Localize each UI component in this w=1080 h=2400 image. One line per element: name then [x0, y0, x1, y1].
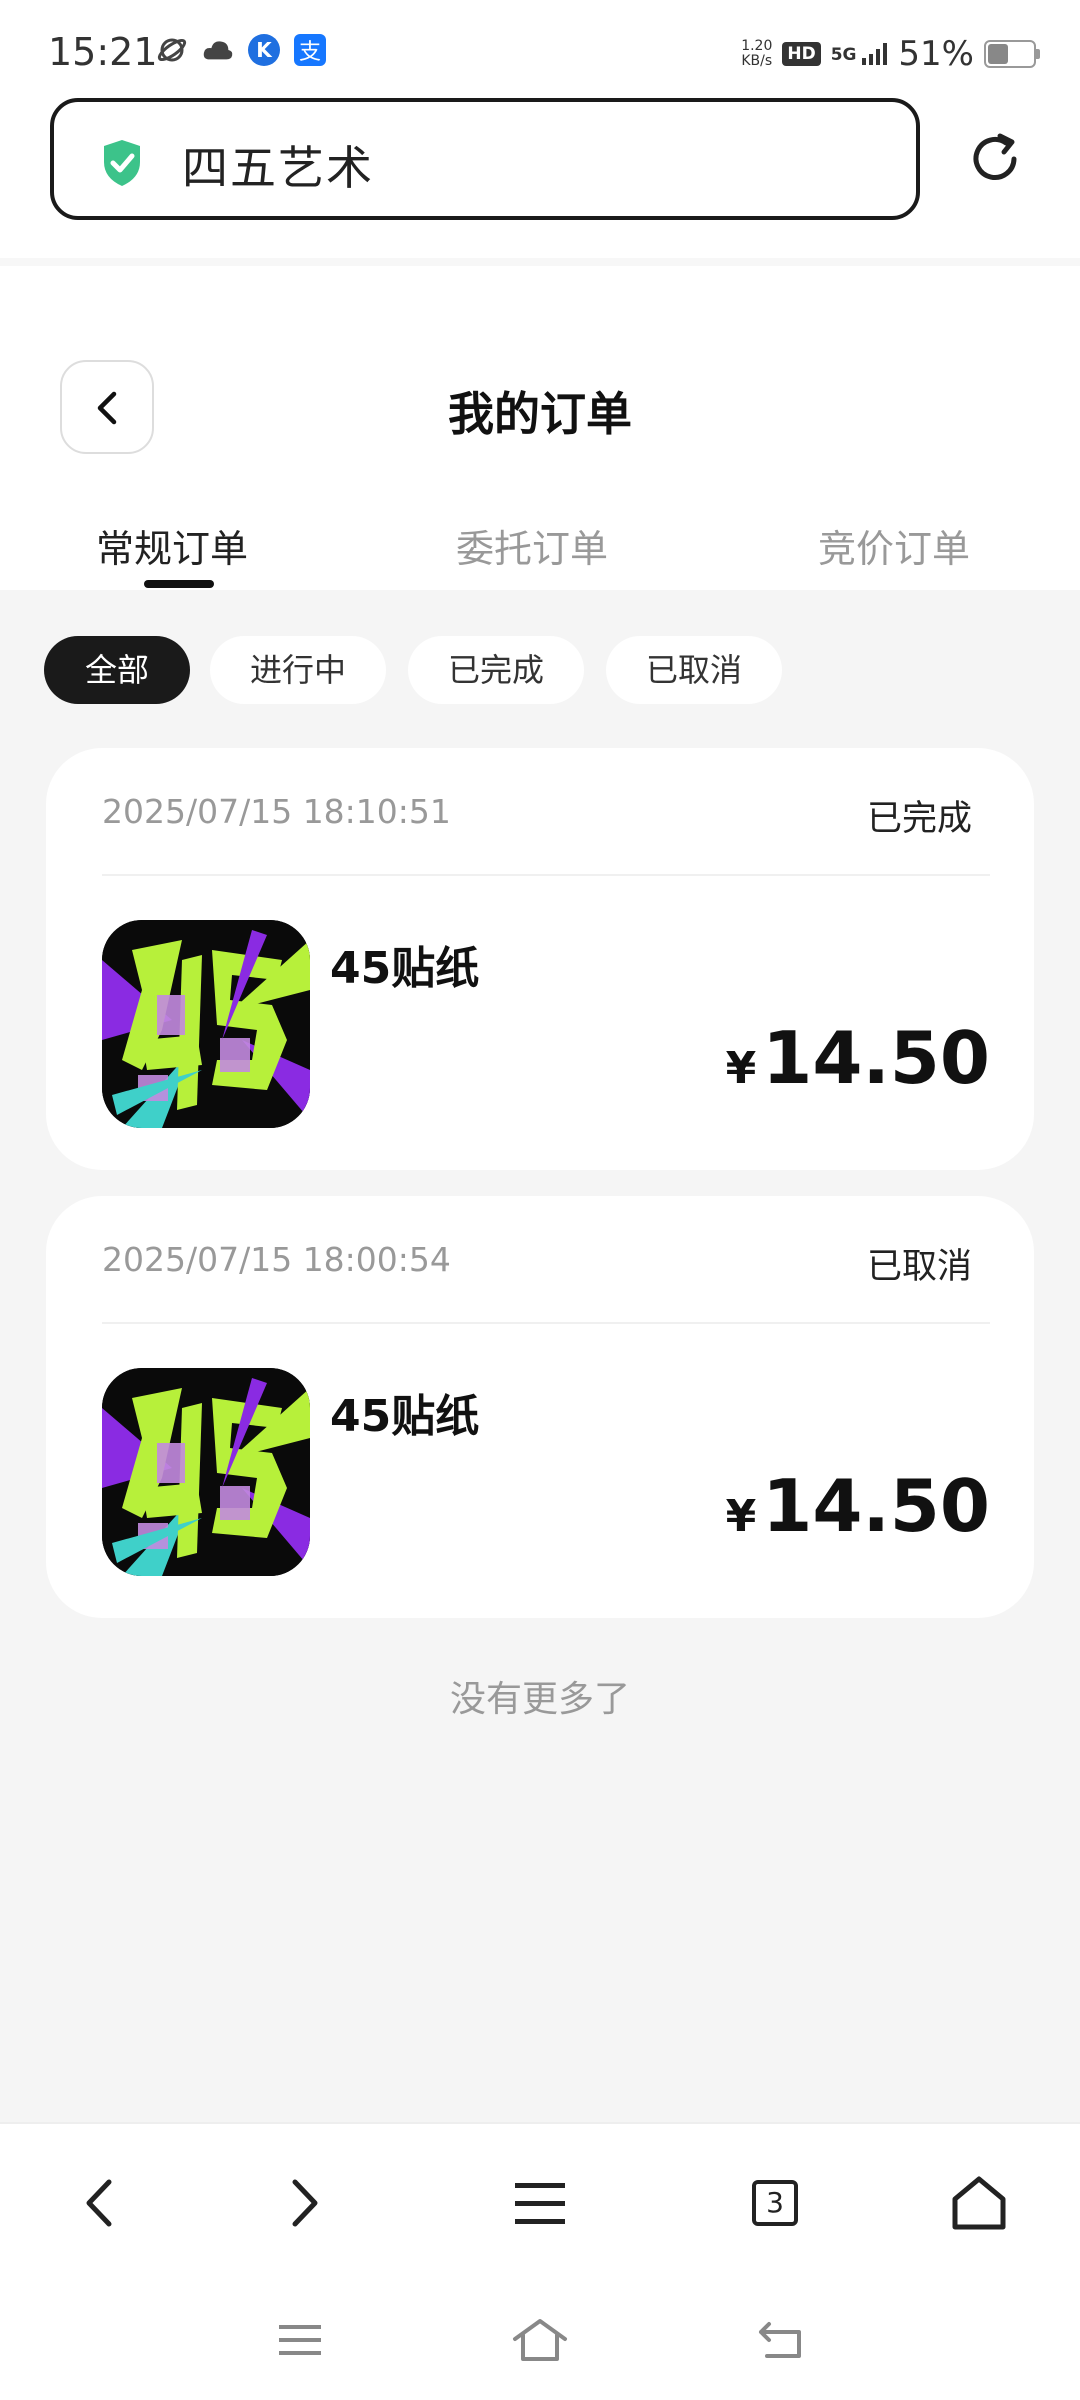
product-name: 45贴纸 — [330, 1391, 480, 1442]
tab-commission-orders[interactable]: 委托订单 — [456, 518, 608, 573]
status-bar: 15:21 K 支 1.20 KB/s HD 5G 51% — [0, 0, 1080, 100]
currency-symbol: ¥ — [725, 1043, 757, 1094]
order-list-area: 全部 进行中 已完成 已取消 2025/07/15 18:10:51 已完成 4… — [0, 590, 1080, 2122]
status-system-icons: 1.20 KB/s HD 5G 51% — [741, 34, 1040, 74]
list-end-text: 没有更多了 — [449, 1679, 630, 1720]
recents-menu-icon — [279, 2325, 321, 2355]
security-shield-icon — [104, 140, 140, 186]
k-app-icon: K — [248, 34, 280, 66]
filter-chip-cancelled[interactable]: 已取消 — [606, 636, 782, 704]
filter-chip-completed[interactable]: 已完成 — [408, 636, 584, 704]
filter-chip-all[interactable]: 全部 — [44, 636, 190, 704]
browser-back-button[interactable] — [64, 2168, 134, 2238]
battery-icon — [984, 40, 1040, 68]
currency-symbol: ¥ — [725, 1491, 757, 1542]
address-site-title: 四五艺术 — [182, 141, 374, 195]
browser-menu-button[interactable] — [505, 2168, 575, 2238]
card-divider — [102, 874, 990, 876]
cloud-icon — [202, 34, 234, 66]
system-back-button[interactable] — [750, 2310, 810, 2370]
back-arrow-icon — [759, 2322, 801, 2358]
order-timestamp: 2025/07/15 18:10:51 — [102, 792, 451, 831]
planet-icon — [156, 34, 188, 66]
active-tab-indicator — [144, 580, 214, 588]
product-thumbnail[interactable] — [102, 920, 310, 1128]
system-home-button[interactable] — [510, 2310, 570, 2370]
order-card[interactable]: 2025/07/15 18:00:54 已取消 45贴纸 ¥14.50 — [46, 1196, 1034, 1618]
tabs-count-icon: 3 — [752, 2180, 798, 2226]
browser-toolbar: 3 — [0, 2122, 1080, 2284]
order-price: ¥14.50 — [726, 1016, 990, 1100]
status-notification-icons: K 支 — [156, 34, 326, 66]
address-bar-divider — [0, 258, 1080, 266]
system-recents-button[interactable] — [270, 2310, 330, 2370]
order-card[interactable]: 2025/07/15 18:10:51 已完成 45贴纸 ¥14.50 — [46, 748, 1034, 1170]
alipay-icon: 支 — [294, 34, 326, 66]
hd-icon: HD — [782, 42, 821, 66]
chevron-right-icon — [292, 2179, 318, 2227]
product-thumbnail[interactable] — [102, 1368, 310, 1576]
signal-5g-icon: 5G — [831, 43, 889, 65]
menu-icon — [515, 2183, 565, 2224]
order-status: 已取消 — [866, 1247, 972, 1287]
browser-forward-button[interactable] — [270, 2168, 340, 2238]
product-name: 45贴纸 — [330, 943, 480, 994]
home-icon — [952, 2176, 1006, 2230]
price-amount: 14.50 — [762, 1464, 990, 1548]
status-time: 15:21 — [48, 30, 158, 74]
chevron-left-icon — [86, 2179, 112, 2227]
network-speed: 1.20 KB/s — [741, 38, 773, 69]
home-icon — [513, 2319, 567, 2361]
battery-percent: 51% — [898, 34, 974, 74]
tab-regular-orders[interactable]: 常规订单 — [96, 518, 248, 573]
price-amount: 14.50 — [762, 1016, 990, 1100]
order-price: ¥14.50 — [726, 1464, 990, 1548]
browser-home-button[interactable] — [944, 2168, 1014, 2238]
address-bar[interactable]: 四五艺术 — [50, 98, 920, 220]
system-navigation-bar — [0, 2282, 1080, 2400]
page-title: 我的订单 — [448, 387, 632, 441]
tab-bidding-orders[interactable]: 竞价订单 — [818, 518, 970, 573]
reload-icon[interactable] — [966, 130, 1024, 188]
card-divider — [102, 1322, 990, 1324]
order-timestamp: 2025/07/15 18:00:54 — [102, 1240, 451, 1279]
filter-chip-in-progress[interactable]: 进行中 — [210, 636, 386, 704]
order-status: 已完成 — [866, 799, 972, 839]
browser-tabs-button[interactable]: 3 — [740, 2168, 810, 2238]
